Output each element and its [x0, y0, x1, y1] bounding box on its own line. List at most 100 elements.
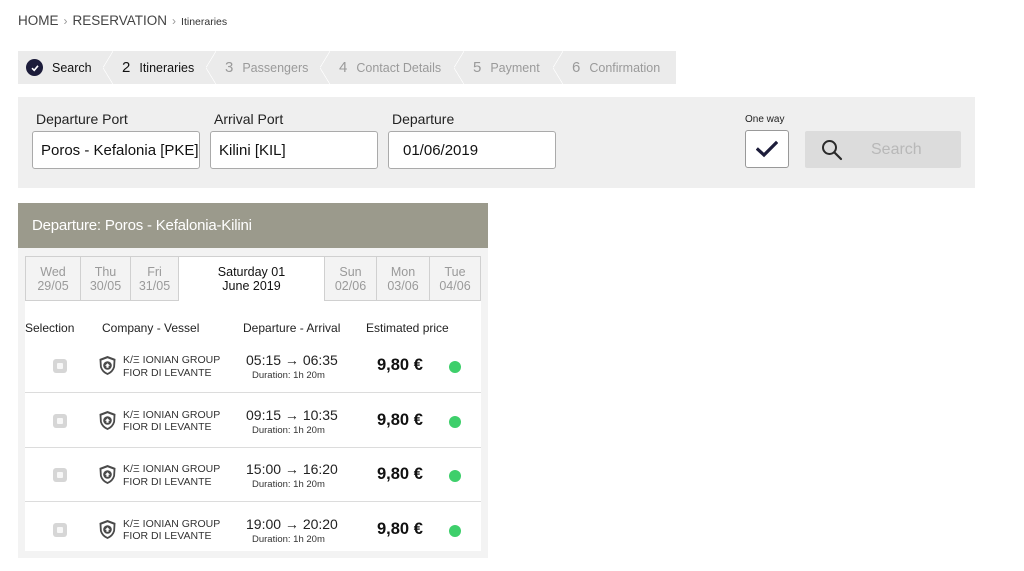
- breadcrumb-current: Itineraries: [181, 16, 228, 28]
- day-tab-selected[interactable]: Saturday 01 June 2019: [178, 256, 324, 301]
- arrival-port-input[interactable]: Kilini [KIL]: [210, 131, 378, 169]
- day-name: Sun: [339, 264, 362, 279]
- departure-arrival-time: 19:00 → 20:20: [246, 515, 338, 532]
- select-checkbox[interactable]: [53, 468, 67, 482]
- day-name: Thu: [94, 264, 117, 279]
- day-name: Saturday 01: [217, 265, 286, 279]
- table-row[interactable]: K/Ξ IONIAN GROUP FIOR DI LEVANTE 19:00 →…: [25, 503, 481, 557]
- trip-duration: Duration: 1h 20m: [252, 370, 325, 381]
- step-search[interactable]: Search: [18, 51, 113, 84]
- day-date: 03/06: [387, 278, 419, 293]
- day-date: 02/06: [334, 278, 367, 293]
- ferry-company-logo-icon: [99, 410, 116, 430]
- breadcrumb-home[interactable]: HOME: [18, 13, 59, 28]
- step-confirmation: 6 Confirmation: [562, 51, 676, 84]
- availability-dot-icon: [449, 361, 461, 373]
- one-way-label: One way: [745, 114, 785, 125]
- step-number: 4: [339, 59, 348, 76]
- trip-duration: Duration: 1h 20m: [252, 479, 325, 490]
- day-date: June 2019: [222, 279, 281, 293]
- departure-arrival-time: 05:15 → 06:35: [246, 352, 338, 368]
- day-tab-fri[interactable]: Fri 31/05: [130, 256, 178, 301]
- availability-dot-icon: [449, 524, 461, 537]
- company-name: K/Ξ IONIAN GROUP: [123, 517, 221, 530]
- check-circle-icon: [26, 59, 43, 76]
- table-row[interactable]: K/Ξ IONIAN GROUP FIOR DI LEVANTE 05:15 →…: [25, 339, 481, 393]
- select-checkbox[interactable]: [53, 522, 67, 537]
- availability-dot-icon: [449, 415, 461, 428]
- vessel-name: FIOR DI LEVANTE: [123, 530, 212, 542]
- step-label: Search: [52, 60, 92, 75]
- search-button-label: Search: [871, 140, 922, 158]
- company-vessel: K/Ξ IONIAN GROUP FIOR DI LEVANTE: [123, 518, 220, 543]
- day-name: Fri: [147, 264, 162, 279]
- breadcrumb: HOME › RESERVATION › Itineraries: [18, 13, 227, 28]
- column-header-price: Estimated price: [366, 321, 449, 335]
- day-date: 30/05: [89, 278, 122, 293]
- ferry-company-logo-icon: [99, 519, 116, 539]
- day-tab-wed[interactable]: Wed 29/05: [25, 256, 80, 301]
- search-icon: [821, 139, 843, 161]
- progress-steps: Search 2 Itineraries 3 Passengers 4 Cont…: [18, 51, 676, 84]
- step-payment: 5 Payment: [463, 51, 563, 84]
- departure-port-label: Departure Port: [36, 111, 128, 127]
- table-row[interactable]: K/Ξ IONIAN GROUP FIOR DI LEVANTE 09:15 →…: [25, 394, 481, 448]
- step-label: Confirmation: [589, 60, 661, 75]
- breadcrumb-separator: ›: [172, 14, 177, 28]
- estimated-price: 9,80 €: [377, 410, 423, 429]
- day-selector: Wed 29/05 Thu 30/05 Fri 31/05 Saturday 0…: [25, 256, 481, 301]
- company-vessel: K/Ξ IONIAN GROUP FIOR DI LEVANTE: [123, 463, 220, 488]
- ferry-company-logo-icon: [99, 465, 116, 484]
- estimated-price: 9,80 €: [377, 465, 423, 483]
- column-header-times: Departure - Arrival: [243, 321, 341, 335]
- step-label: Payment: [490, 60, 540, 75]
- breadcrumb-separator: ›: [63, 14, 68, 28]
- step-number: 3: [225, 59, 234, 76]
- departure-arrival-time: 15:00 → 16:20: [246, 461, 338, 477]
- day-name: Wed: [40, 264, 66, 279]
- day-name: Tue: [444, 264, 466, 279]
- vessel-name: FIOR DI LEVANTE: [123, 366, 212, 379]
- column-header-selection: Selection: [25, 321, 75, 335]
- departure-port-input[interactable]: Poros - Kefalonia [PKE]: [32, 131, 200, 169]
- company-vessel: K/Ξ IONIAN GROUP FIOR DI LEVANTE: [123, 409, 220, 434]
- select-checkbox[interactable]: [53, 359, 67, 373]
- estimated-price: 9,80 €: [377, 356, 423, 374]
- search-button[interactable]: Search: [805, 131, 961, 168]
- day-tab-tue[interactable]: Tue 04/06: [429, 256, 481, 301]
- departure-date-label: Departure: [392, 111, 455, 127]
- trip-duration: Duration: 1h 20m: [252, 424, 325, 436]
- select-checkbox[interactable]: [53, 413, 67, 428]
- departure-date-input[interactable]: 01/06/2019: [388, 131, 556, 169]
- day-tab-mon[interactable]: Mon 03/06: [376, 256, 429, 301]
- day-date: 29/05: [37, 278, 69, 293]
- trip-duration: Duration: 1h 20m: [252, 533, 325, 545]
- company-vessel: K/Ξ IONIAN GROUP FIOR DI LEVANTE: [123, 354, 220, 379]
- step-label: Passengers: [242, 60, 309, 75]
- itineraries-table: Selection Company - Vessel Departure - A…: [25, 301, 481, 551]
- step-itineraries[interactable]: 2 Itineraries: [112, 51, 216, 84]
- column-header-company: Company - Vessel: [102, 321, 200, 335]
- step-contact-details: 4 Contact Details: [329, 51, 464, 84]
- breadcrumb-reservation[interactable]: RESERVATION: [73, 13, 168, 28]
- step-passengers: 3 Passengers: [215, 51, 330, 84]
- company-name: K/Ξ IONIAN GROUP: [123, 354, 221, 366]
- one-way-checkbox[interactable]: [745, 130, 789, 168]
- vessel-name: FIOR DI LEVANTE: [123, 475, 212, 488]
- estimated-price: 9,80 €: [377, 519, 423, 538]
- results-panel: Departure: Poros - Kefalonia-Kilini Wed …: [18, 203, 488, 558]
- results-header: Departure: Poros - Kefalonia-Kilini: [18, 203, 488, 248]
- company-name: K/Ξ IONIAN GROUP: [123, 463, 221, 475]
- step-number: 6: [572, 59, 581, 76]
- departure-arrival-time: 09:15 → 10:35: [246, 406, 338, 423]
- availability-dot-icon: [449, 470, 461, 482]
- arrival-port-label: Arrival Port: [214, 111, 284, 127]
- day-date: 31/05: [138, 278, 171, 293]
- step-label: Itineraries: [139, 60, 195, 75]
- step-number: 2: [122, 59, 131, 76]
- day-tab-sun[interactable]: Sun 02/06: [324, 256, 376, 301]
- table-row[interactable]: K/Ξ IONIAN GROUP FIOR DI LEVANTE 15:00 →…: [25, 448, 481, 502]
- day-tab-thu[interactable]: Thu 30/05: [80, 256, 130, 301]
- ferry-company-logo-icon: [99, 356, 116, 375]
- check-icon: [756, 140, 778, 158]
